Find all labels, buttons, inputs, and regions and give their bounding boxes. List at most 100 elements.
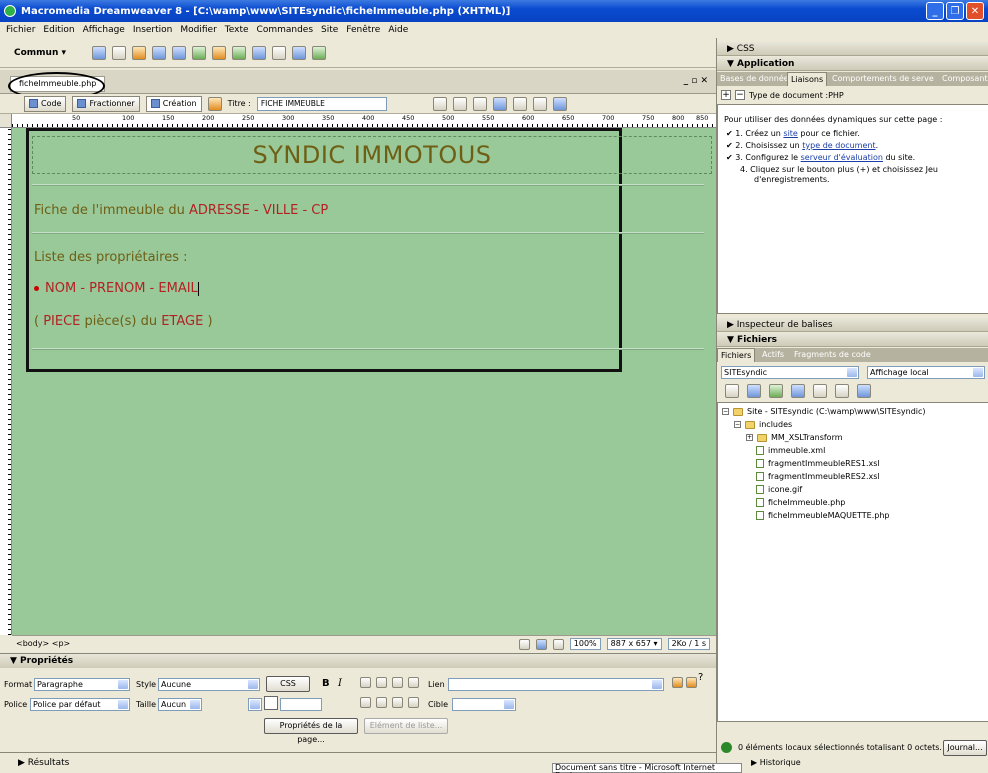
image-icon[interactable]: [192, 45, 206, 60]
color-picker[interactable]: [264, 696, 278, 710]
panel-fichiers-header[interactable]: ▼ Fichiers: [717, 333, 988, 347]
get-files-icon[interactable]: [769, 384, 783, 398]
validate-icon[interactable]: [207, 96, 222, 111]
minimize-button[interactable]: _: [926, 2, 944, 20]
insert-category-dropdown[interactable]: Commun ▾: [14, 48, 86, 58]
align-left-icon[interactable]: [360, 677, 371, 688]
menu-fenetre[interactable]: Fenêtre: [346, 25, 380, 35]
target-select[interactable]: [452, 698, 516, 711]
test-server-link[interactable]: serveur d'évaluation: [801, 153, 883, 162]
head-icon[interactable]: [292, 45, 306, 60]
tree-includes[interactable]: − includes: [734, 420, 792, 429]
panel-application-header[interactable]: ▼ Application: [717, 57, 988, 71]
ordered-list-icon[interactable]: [376, 697, 387, 708]
proprietaire-list-item[interactable]: NOM - PRENOM - EMAIL: [34, 281, 199, 296]
browse-folder-icon[interactable]: [686, 677, 697, 688]
unit-select[interactable]: [248, 698, 262, 711]
liste-heading[interactable]: Liste des propriétaires :: [34, 250, 188, 265]
expand-icon[interactable]: [857, 384, 871, 398]
code-view-button[interactable]: Code: [24, 95, 67, 112]
remove-binding-button[interactable]: −: [735, 90, 745, 100]
italic-button[interactable]: I: [338, 678, 342, 689]
panel-historique-header[interactable]: ▶ Historique: [751, 758, 801, 767]
help-icon[interactable]: ?: [698, 672, 703, 683]
select-tool-icon[interactable]: [518, 638, 530, 650]
check-page-icon[interactable]: [552, 96, 567, 111]
fiche-paragraph[interactable]: Fiche de l'immeuble du ADRESSE - VILLE -…: [34, 203, 328, 218]
menu-commandes[interactable]: Commandes: [257, 25, 313, 35]
preview-browser-icon[interactable]: [452, 96, 467, 111]
page-heading[interactable]: SYNDIC IMMOTOUS: [32, 136, 712, 174]
tree-file[interactable]: ficheImmeubleMAQUETTE.php: [756, 511, 890, 520]
panel-css-header[interactable]: ▶ CSS: [717, 42, 988, 56]
zoom-tool-icon[interactable]: [552, 638, 564, 650]
tree-file[interactable]: ficheImmeuble.php: [756, 498, 845, 507]
align-justify-icon[interactable]: [408, 677, 419, 688]
document-window-controls[interactable]: _ ▫ ✕: [684, 76, 708, 86]
hyperlink-icon[interactable]: [92, 45, 106, 60]
template-icon[interactable]: [312, 45, 326, 60]
restore-button[interactable]: ❐: [946, 2, 964, 20]
menu-edition[interactable]: Edition: [43, 25, 74, 35]
check-out-icon[interactable]: [813, 384, 827, 398]
visual-aids-icon[interactable]: [532, 96, 547, 111]
css-button[interactable]: CSS: [266, 676, 310, 692]
tree-site-root[interactable]: − Site - SITEsyndic (C:\wamp\www\SITEsynd…: [722, 407, 926, 416]
menu-affichage[interactable]: Affichage: [83, 25, 125, 35]
page-properties-button[interactable]: Propriétés de la page...: [264, 718, 358, 744]
tree-file[interactable]: icone.gif: [756, 485, 802, 494]
tab-fichiers[interactable]: Fichiers: [717, 348, 756, 362]
named-anchor-icon[interactable]: [132, 45, 146, 60]
point-to-file-icon[interactable]: [672, 677, 683, 688]
media-icon[interactable]: [212, 45, 226, 60]
menu-site[interactable]: Site: [321, 25, 338, 35]
menu-modifier[interactable]: Modifier: [180, 25, 216, 35]
split-view-button[interactable]: Fractionner: [72, 95, 140, 112]
format-select[interactable]: Paragraphe: [34, 678, 130, 691]
police-select[interactable]: Police par défaut: [30, 698, 130, 711]
view-options-icon[interactable]: [512, 96, 527, 111]
indent-icon[interactable]: [408, 697, 419, 708]
comment-icon[interactable]: [272, 45, 286, 60]
refresh-icon[interactable]: [747, 384, 761, 398]
menu-texte[interactable]: Texte: [225, 25, 249, 35]
unordered-list-icon[interactable]: [360, 697, 371, 708]
bold-button[interactable]: B: [322, 678, 330, 689]
tab-composants[interactable]: Composants: [939, 72, 988, 86]
menu-fichier[interactable]: Fichier: [6, 25, 35, 35]
server-include-icon[interactable]: [252, 45, 266, 60]
properties-header[interactable]: ▼ Propriétés: [0, 654, 716, 668]
email-link-icon[interactable]: [112, 45, 126, 60]
taille-select[interactable]: Aucun: [158, 698, 202, 711]
tab-comportements-serveur[interactable]: Comportements de serve: [829, 72, 937, 86]
check-in-icon[interactable]: [835, 384, 849, 398]
tab-bases-de-donnees[interactable]: Bases de données: [717, 72, 796, 86]
tab-actifs[interactable]: Actifs: [759, 348, 787, 362]
site-select[interactable]: SITEsyndic: [721, 366, 859, 379]
tab-liaisons[interactable]: Liaisons: [787, 72, 828, 86]
journal-button[interactable]: Journal...: [943, 740, 987, 756]
style-select[interactable]: Aucune: [158, 678, 260, 691]
tree-file[interactable]: fragmentImmeubleRES1.xsl: [756, 459, 880, 468]
connect-icon[interactable]: [725, 384, 739, 398]
table-icon[interactable]: [152, 45, 166, 60]
color-input[interactable]: [280, 698, 322, 711]
align-right-icon[interactable]: [392, 677, 403, 688]
put-files-icon[interactable]: [791, 384, 805, 398]
view-select[interactable]: Affichage local: [867, 366, 985, 379]
tag-selector[interactable]: <body> <p>: [16, 639, 70, 648]
tab-fragments-de-code[interactable]: Fragments de code: [791, 348, 874, 362]
close-button[interactable]: ✕: [966, 2, 984, 20]
site-link[interactable]: site: [783, 129, 797, 138]
tree-mm-xsltransform[interactable]: + MM_XSLTransform: [746, 433, 843, 442]
document-type-link[interactable]: type de document: [802, 141, 875, 150]
design-view-canvas[interactable]: SYNDIC IMMOTOUS Fiche de l'immeuble du A…: [12, 128, 716, 635]
hand-tool-icon[interactable]: [535, 638, 547, 650]
menu-insertion[interactable]: Insertion: [133, 25, 173, 35]
zoom-select[interactable]: 100%: [569, 638, 601, 650]
refresh-design-icon[interactable]: [492, 96, 507, 111]
menu-aide[interactable]: Aide: [388, 25, 408, 35]
align-center-icon[interactable]: [376, 677, 387, 688]
window-size-select[interactable]: 887 x 657 ▾: [606, 638, 662, 650]
outdent-icon[interactable]: [392, 697, 403, 708]
